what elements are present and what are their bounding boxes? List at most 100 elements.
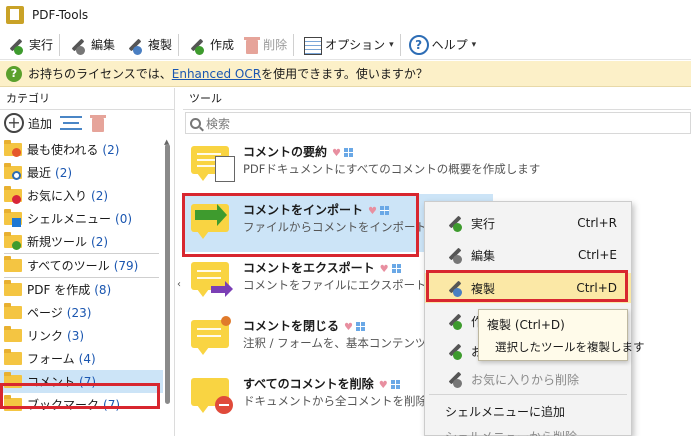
menu-item-edit[interactable]: 編集 Ctrl+E <box>425 240 631 270</box>
delete-comments-icon <box>191 374 237 418</box>
category-all-tools[interactable]: すべてのツール (79) <box>0 254 163 277</box>
category-count: (7) <box>79 374 97 389</box>
tool-search-input[interactable]: 検索 <box>185 112 691 134</box>
tool-title: コメントをエクスポート <box>243 261 375 275</box>
toolbar-separator <box>293 33 295 56</box>
toolbar-separator <box>178 33 180 56</box>
trash-icon[interactable] <box>90 114 107 132</box>
tooltip: 複製 (Ctrl+D) 選択したツールを複製します <box>478 309 645 361</box>
folder-icon <box>4 303 22 319</box>
chevron-down-icon: ▾ <box>471 39 477 50</box>
edit-button[interactable]: 編集 <box>64 32 119 58</box>
category-label: PDF を作成 <box>27 283 91 297</box>
license-info-bar: ? お持ちのライセンスでは、 Enhanced OCR を使用できます。使います… <box>0 61 691 87</box>
category-label: フォーム <box>27 352 75 366</box>
tooltip-title: 複製 (Ctrl+D) <box>487 318 565 332</box>
folder-icon <box>4 256 22 272</box>
menu-label: 実行 <box>471 216 496 231</box>
category-label: ページ <box>27 306 63 320</box>
folder-icon <box>4 326 22 342</box>
category-pages[interactable]: ページ (23) <box>0 301 163 324</box>
fire-icon <box>12 148 21 157</box>
menu-item-remove-favorite[interactable]: お気に入りから削除 <box>425 364 631 394</box>
app-logo-icon <box>6 6 24 24</box>
info-text-after: を使用できます。使いますか？ <box>261 67 428 81</box>
menu-item-add-shell[interactable]: シェルメニューに追加 <box>425 396 631 426</box>
add-icon[interactable]: + <box>4 113 24 133</box>
duplicate-button[interactable]: 複製 <box>121 32 176 58</box>
comment-summary-icon <box>191 142 237 186</box>
create-label: 作成 <box>210 38 235 52</box>
add-category-label[interactable]: 追加 <box>28 115 52 132</box>
menu-shortcut: Ctrl+E <box>578 248 617 262</box>
title-bar: PDF-Tools <box>0 0 691 30</box>
category-bookmarks[interactable]: ブックマーク (7) <box>0 393 163 416</box>
delete-button[interactable]: 削除 <box>240 32 291 58</box>
menu-item-duplicate[interactable]: 複製 Ctrl+D <box>425 273 631 303</box>
scroll-thumb[interactable] <box>165 144 170 404</box>
category-label: リンク <box>27 329 64 343</box>
category-count: (2) <box>91 234 109 249</box>
category-shell-menu[interactable]: シェルメニュー (0) <box>0 207 163 230</box>
favorite-tool-icon <box>445 340 467 362</box>
remove-favorite-icon <box>445 368 467 390</box>
plus-icon <box>12 241 21 250</box>
menu-label: 複製 <box>471 281 496 296</box>
info-text-before: お持ちのライセンスでは、 <box>28 67 172 81</box>
category-count: (8) <box>94 282 112 297</box>
heart-icon: ♥ <box>378 380 388 391</box>
category-create-pdf[interactable]: PDF を作成 (8) <box>0 278 163 301</box>
create-tool-icon <box>445 310 467 332</box>
category-label: お気に入り <box>27 189 88 203</box>
tool-item-comment-summary[interactable]: コメントの要約 ♥ PDFドキュメントにすべてのコメントの概要を作成します <box>183 136 540 194</box>
folder-icon <box>4 349 22 365</box>
tools-header: ツール <box>183 88 691 110</box>
category-scrollbar[interactable]: ▲ <box>164 138 172 436</box>
category-recent[interactable]: 最近 (2) <box>0 161 163 184</box>
options-icon <box>302 35 323 55</box>
category-favorites[interactable]: お気に入り (2) <box>0 184 163 207</box>
help-icon: ? <box>408 34 429 55</box>
chevron-down-icon: ▾ <box>389 39 394 50</box>
tool-description: PDFドキュメントにすべてのコメントの概要を作成します <box>243 162 541 176</box>
main-toolbar: 実行 編集 複製 作成 削除 オプション ▾ ? ヘルプ ▾ <box>0 30 691 60</box>
menu-item-remove-shell[interactable]: シェルメニューから削除 <box>425 424 631 436</box>
search-icon <box>190 117 201 129</box>
category-new-tools[interactable]: 新規ツール (2) <box>0 230 163 253</box>
category-count: (4) <box>78 351 96 366</box>
tool-title: すべてのコメントを削除 <box>243 377 374 391</box>
menu-separator <box>429 270 627 271</box>
flatten-comments-icon <box>191 316 237 360</box>
separator-insert-icon[interactable] <box>60 116 83 130</box>
enhanced-ocr-link[interactable]: Enhanced OCR <box>172 67 261 81</box>
help-button[interactable]: ? ヘルプ ▾ <box>405 32 481 58</box>
options-label: オプション <box>325 38 386 52</box>
create-button[interactable]: 作成 <box>183 32 238 58</box>
category-forms[interactable]: フォーム (4) <box>0 347 163 370</box>
category-comments[interactable]: コメント (7) <box>0 370 163 393</box>
help-label: ヘルプ <box>431 38 468 52</box>
category-label: 新規ツール <box>27 235 88 249</box>
category-count: (79) <box>113 258 139 273</box>
category-most-used[interactable]: 最も使われる (2) <box>0 138 163 161</box>
question-icon: ? <box>6 65 22 82</box>
menu-shortcut: Ctrl+R <box>577 216 617 230</box>
options-button[interactable]: オプション ▾ <box>298 32 398 58</box>
run-button[interactable]: 実行 <box>2 32 57 58</box>
menu-label: お気に入りから削除 <box>471 372 580 387</box>
run-label: 実行 <box>29 38 54 52</box>
heart-icon: ♥ <box>344 322 353 333</box>
tool-title-row: コメントをインポート ♥ <box>243 201 390 218</box>
duplicate-tool-icon <box>125 35 145 55</box>
menu-item-run[interactable]: 実行 Ctrl+R <box>425 208 631 238</box>
tool-title-row: コメントを閉じる ♥ <box>243 317 366 334</box>
export-comments-icon <box>191 258 237 302</box>
heart-icon: ♥ <box>332 148 341 159</box>
run-tool-icon <box>445 212 467 234</box>
category-label: コメント <box>27 375 76 389</box>
tooltip-description: 選択したツールを複製します <box>495 340 645 354</box>
collapse-pane-icon[interactable]: ‹ <box>175 270 183 300</box>
category-count: (23) <box>66 305 92 320</box>
category-links[interactable]: リンク (3) <box>0 324 163 347</box>
category-count: (2) <box>102 142 120 157</box>
